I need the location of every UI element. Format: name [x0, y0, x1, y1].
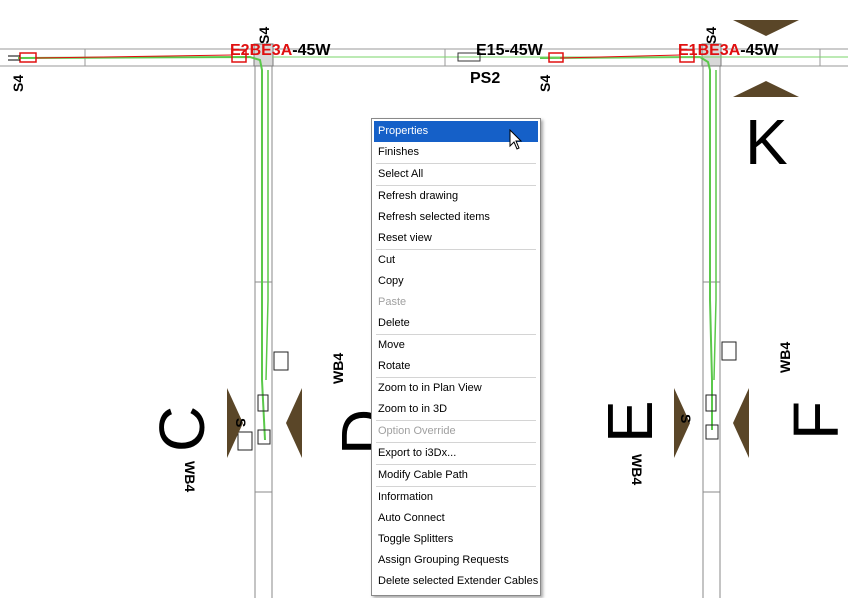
grid-label-e: E	[594, 400, 666, 443]
menu-item-information[interactable]: Information	[374, 487, 538, 508]
s-label: S	[233, 418, 249, 428]
mouse-pointer-icon	[509, 129, 523, 150]
menu-item-reset-view[interactable]: Reset view	[374, 228, 538, 249]
equipment-symbol[interactable]	[237, 431, 253, 451]
menu-item-option-override: Option Override	[378, 425, 456, 437]
s4-label: S4	[10, 74, 26, 92]
grid-marker	[733, 20, 799, 36]
menu-item-refresh-drawing[interactable]: Refresh drawing	[374, 186, 538, 207]
cable-tag-left[interactable]: E2BE3A-45W	[230, 42, 330, 60]
cable-tag-right[interactable]: E1BE3A-45W	[678, 42, 778, 60]
cable-run[interactable]	[539, 55, 713, 430]
menu-item-modify-cable-path[interactable]: Modify Cable Path	[374, 465, 538, 486]
column-label-s4: S4	[256, 26, 272, 44]
grid-label-c: C	[146, 405, 218, 452]
ps2-label[interactable]: PS2	[470, 70, 500, 88]
menu-item-refresh-selected-items[interactable]: Refresh selected items	[374, 207, 538, 228]
menu-item-auto-connect[interactable]: Auto Connect	[374, 508, 538, 529]
menu-item-export-to-i3dx[interactable]: Export to i3Dx...	[374, 443, 538, 464]
menu-item-zoom-to-in-plan-view[interactable]: Zoom to in Plan View	[374, 378, 538, 399]
grid-marker	[286, 388, 302, 458]
grid-marker	[733, 81, 799, 97]
wb-label: WB4	[330, 352, 346, 384]
context-menu: Properties Finishes Select All Refresh draw…	[371, 118, 541, 596]
menu-item-toggle-splitters[interactable]: Toggle Splitters	[374, 529, 538, 550]
cable-run[interactable]	[713, 70, 717, 381]
menu-item-rotate[interactable]: Rotate	[374, 356, 538, 377]
cable-run[interactable]	[265, 70, 269, 381]
menu-item-cut[interactable]: Cut	[374, 250, 538, 271]
grid-marker	[733, 388, 749, 458]
cable-run[interactable]	[17, 55, 266, 441]
menu-item-delete[interactable]: Delete	[374, 313, 538, 334]
equipment-symbol[interactable]	[273, 351, 289, 371]
menu-item-assign-grouping-requests[interactable]: Assign Grouping Requests	[374, 550, 538, 571]
column-label-s4: S4	[703, 26, 719, 44]
wb-label: WB4	[182, 461, 198, 493]
menu-item-paste: Paste	[378, 296, 407, 308]
cable-tag-mid[interactable]: E15-45W	[476, 42, 543, 60]
grid-label-f: F	[780, 400, 848, 440]
menu-item-move[interactable]: Move	[374, 335, 538, 356]
menu-item-zoom-to-in-3d[interactable]: Zoom to in 3D	[374, 399, 538, 420]
menu-item-delete-selected-extender-cables[interactable]: Delete selected Extender Cables	[374, 571, 538, 592]
wb-label: WB4	[777, 341, 793, 373]
menu-item-select-all[interactable]: Select All	[374, 164, 538, 185]
grid-label-k: K	[745, 106, 788, 178]
s-label: S	[678, 414, 694, 424]
s4-label: S4	[537, 74, 553, 92]
equipment-symbol[interactable]	[721, 341, 737, 361]
menu-item-copy[interactable]: Copy	[374, 271, 538, 292]
wb-label: WB4	[629, 454, 645, 486]
